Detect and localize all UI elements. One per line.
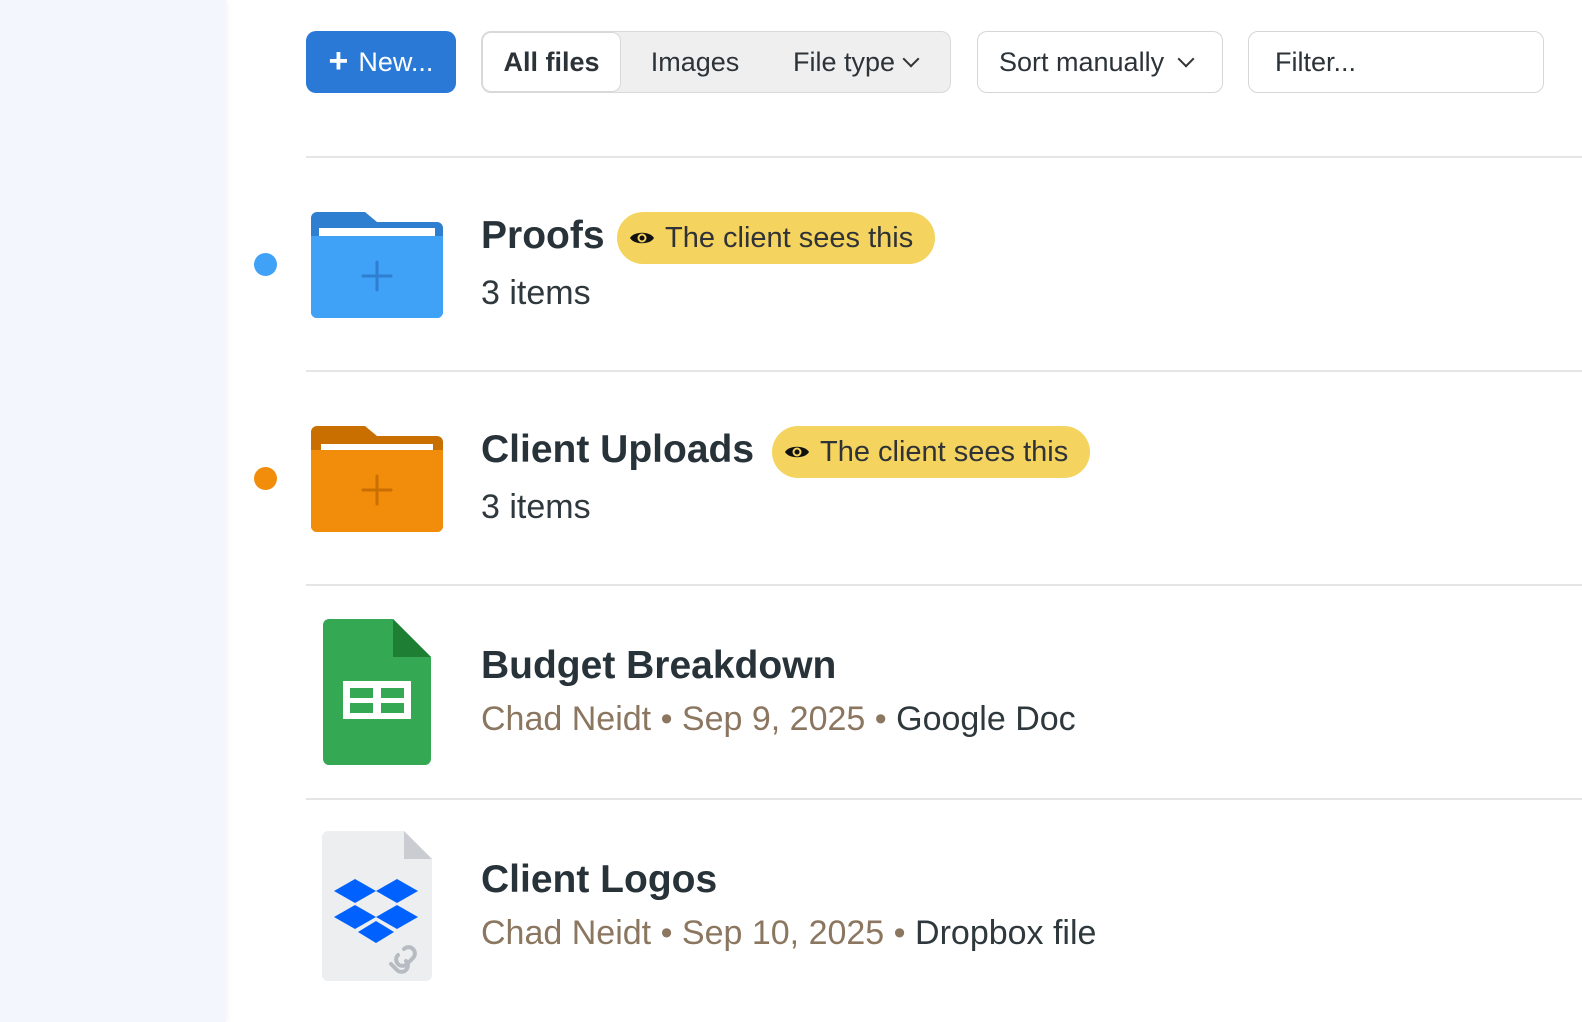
item-title[interactable]: Client Uploads bbox=[481, 428, 754, 472]
item-subtitle: 3 items bbox=[481, 274, 591, 312]
list-item-client-uploads[interactable]: Client Uploads The client sees this 3 it… bbox=[240, 372, 1582, 584]
new-button[interactable]: + New... bbox=[306, 31, 456, 93]
item-title[interactable]: Budget Breakdown bbox=[481, 644, 836, 688]
folder-icon bbox=[311, 426, 443, 532]
eye-icon bbox=[630, 232, 654, 244]
dropbox-file-icon bbox=[322, 831, 432, 981]
tab-images[interactable]: Images bbox=[630, 32, 760, 92]
list-item-client-logos[interactable]: Client Logos Chad Neidt • Sep 10, 2025 •… bbox=[240, 800, 1582, 1012]
sort-dropdown-label: Sort manually bbox=[999, 46, 1165, 77]
client-visible-badge: The client sees this bbox=[617, 212, 936, 264]
meta-separator: • bbox=[874, 700, 887, 738]
item-type: Google Doc bbox=[896, 700, 1076, 738]
chevron-down-icon bbox=[902, 50, 920, 67]
client-visible-badge: The client sees this bbox=[772, 426, 1091, 478]
new-button-label: New... bbox=[358, 46, 434, 77]
item-type: Dropbox file bbox=[915, 914, 1097, 952]
item-date: Sep 10, 2025 bbox=[681, 914, 885, 952]
view-filter-tabs: All files Images File type bbox=[481, 31, 951, 93]
sort-dropdown[interactable]: Sort manually bbox=[977, 31, 1223, 93]
eye-icon bbox=[785, 446, 809, 458]
folder-icon bbox=[311, 212, 443, 318]
meta-separator: • bbox=[893, 914, 906, 952]
list-item-budget-breakdown[interactable]: Budget Breakdown Chad Neidt • Sep 9, 202… bbox=[240, 586, 1582, 798]
tab-all-files[interactable]: All files bbox=[482, 32, 621, 92]
badge-label: The client sees this bbox=[665, 221, 914, 254]
tab-all-files-label: All files bbox=[503, 46, 600, 77]
chevron-down-icon bbox=[1177, 50, 1195, 67]
filter-input[interactable] bbox=[1248, 31, 1544, 93]
item-subtitle: 3 items bbox=[481, 488, 591, 526]
item-title[interactable]: Client Logos bbox=[481, 858, 717, 902]
badge-label: The client sees this bbox=[820, 435, 1069, 468]
color-dot bbox=[254, 467, 277, 490]
meta-separator: • bbox=[660, 914, 673, 952]
item-author: Chad Neidt bbox=[481, 914, 652, 952]
item-title[interactable]: Proofs bbox=[481, 214, 605, 258]
tab-file-type-label: File type bbox=[792, 46, 896, 77]
item-date: Sep 9, 2025 bbox=[681, 700, 866, 738]
meta-separator: • bbox=[660, 700, 673, 738]
item-meta: Chad Neidt • Sep 10, 2025 • Dropbox file bbox=[481, 914, 1096, 953]
tab-images-label: Images bbox=[650, 46, 740, 77]
sidebar bbox=[0, 0, 226, 1022]
color-dot bbox=[254, 253, 277, 276]
item-author: Chad Neidt bbox=[481, 700, 652, 738]
tab-file-type[interactable]: File type bbox=[775, 32, 935, 92]
item-meta: Chad Neidt • Sep 9, 2025 • Google Doc bbox=[481, 700, 1076, 739]
google-sheets-icon bbox=[323, 619, 431, 765]
list-item-proofs[interactable]: Proofs The client sees this 3 items bbox=[240, 158, 1582, 370]
plus-icon: + bbox=[328, 41, 349, 80]
